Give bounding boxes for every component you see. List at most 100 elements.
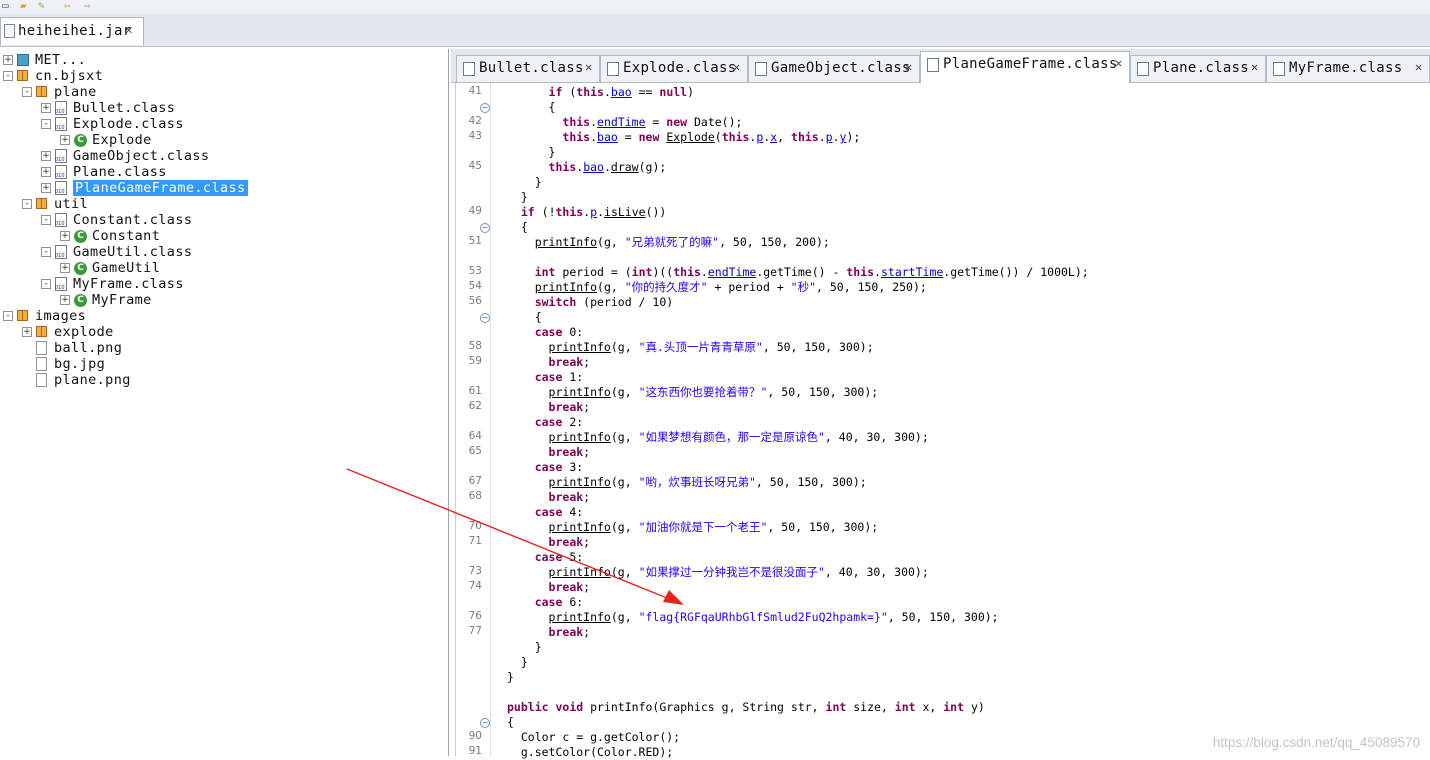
forward-icon[interactable]: ⇨: [84, 0, 91, 12]
close-icon[interactable]: ✕: [733, 60, 740, 74]
line-number: 53: [468, 265, 482, 277]
save-icon[interactable]: ▭: [2, 0, 9, 12]
tree-item[interactable]: MET...: [35, 52, 86, 68]
expand-icon[interactable]: +: [60, 295, 70, 305]
code-line: case 5:: [534, 550, 584, 564]
fold-icon[interactable]: −: [480, 313, 490, 323]
collapse-icon[interactable]: -: [41, 215, 51, 225]
fold-icon[interactable]: −: [480, 103, 490, 113]
tree-item[interactable]: Constant.class: [73, 212, 192, 228]
expand-icon[interactable]: +: [60, 231, 70, 241]
code-line: case 4:: [534, 505, 584, 519]
editor-tab[interactable]: Explode.class ✕: [600, 55, 748, 82]
class-icon: C: [74, 262, 87, 275]
line-number: 68: [468, 490, 482, 502]
collapse-icon[interactable]: -: [41, 279, 51, 289]
editor-tab-label: GameObject.class: [771, 60, 911, 76]
collapse-icon[interactable]: -: [41, 119, 51, 129]
line-number: 58: [468, 340, 482, 352]
editor-tab-label: Plane.class: [1153, 60, 1250, 76]
tree-item[interactable]: plane.png: [54, 372, 131, 388]
tree-item[interactable]: PlaneGameFrame.class: [73, 180, 248, 196]
editor-tab[interactable]: Bullet.class ✕: [456, 55, 600, 82]
tree-item[interactable]: Constant: [92, 228, 160, 244]
tree-item[interactable]: util: [54, 196, 88, 212]
editor-tab[interactable]: MyFrame.class ✕: [1266, 55, 1430, 82]
editor-tab[interactable]: Plane.class ✕: [1130, 55, 1266, 82]
code-line: break;: [548, 490, 591, 504]
collapse-icon[interactable]: -: [41, 247, 51, 257]
code-line: printInfo(g, "兄弟就死了的嘛", 50, 150, 200);: [534, 235, 830, 249]
line-number: 59: [468, 355, 482, 367]
expand-icon[interactable]: +: [60, 263, 70, 273]
expand-icon[interactable]: +: [41, 167, 51, 177]
tree-item[interactable]: ball.png: [54, 340, 122, 356]
close-icon[interactable]: ✕: [905, 60, 912, 74]
close-icon[interactable]: ✕: [1115, 56, 1122, 70]
code-line: if (this.bao == null): [548, 85, 695, 99]
tree-item[interactable]: MyFrame: [92, 292, 152, 308]
file-tab-bar: heiheihei.jar ✕: [0, 14, 1430, 47]
code-line: case 3:: [534, 460, 584, 474]
line-number: 56: [468, 295, 482, 307]
close-icon[interactable]: ✕: [1251, 60, 1258, 74]
tree-item[interactable]: explode: [54, 324, 114, 340]
tree-item[interactable]: cn.bjsxt: [35, 68, 103, 84]
expand-icon[interactable]: +: [22, 327, 32, 337]
tree-item[interactable]: GameObject.class: [73, 148, 209, 164]
close-icon[interactable]: ✕: [1415, 60, 1422, 74]
editor-tab-bar: Bullet.class ✕ Explode.class ✕ GameObject.cl…: [451, 49, 1430, 83]
line-number: 77: [468, 625, 482, 637]
tab-heiheihei-jar[interactable]: heiheihei.jar ✕: [0, 17, 144, 45]
collapse-icon[interactable]: -: [3, 311, 13, 321]
line-number: 64: [468, 430, 482, 442]
line-number: 62: [468, 400, 482, 412]
editor-tab-label: MyFrame.class: [1289, 60, 1403, 76]
tree-item[interactable]: Plane.class: [73, 164, 167, 180]
line-number: 61: [468, 385, 482, 397]
line-number: 91: [468, 745, 482, 757]
fold-icon[interactable]: −: [480, 718, 490, 728]
code-line: case 2:: [534, 415, 584, 429]
tool-icon[interactable]: ✎: [38, 0, 45, 12]
tree-item[interactable]: GameUtil: [92, 260, 160, 276]
class-file-icon: [755, 62, 767, 76]
editor-tab-label: Explode.class: [623, 60, 737, 76]
line-number: 43: [468, 130, 482, 142]
expand-icon[interactable]: +: [41, 183, 51, 193]
tree-item[interactable]: bg.jpg: [54, 356, 105, 372]
line-number: 67: [468, 475, 482, 487]
code-line: printInfo(g, "哟，炊事班长呀兄弟", 50, 150, 300);: [548, 475, 867, 489]
expand-icon[interactable]: +: [41, 103, 51, 113]
collapse-icon[interactable]: -: [22, 199, 32, 209]
tree-item[interactable]: Explode: [92, 132, 152, 148]
tree-item[interactable]: Bullet.class: [73, 100, 175, 116]
code-editor[interactable]: 41 − 42 43 45 49 − 51 53 54 56 − 58 59 61 62 64 65 67 68 70 7…: [455, 83, 1430, 759]
editor-tab[interactable]: PlaneGameFrame.class ✕: [920, 51, 1130, 83]
editor-tab[interactable]: GameObject.class ✕: [748, 55, 920, 82]
line-number: 41: [468, 85, 482, 97]
code-line: if (!this.p.isLive()): [520, 205, 667, 219]
tree-item[interactable]: plane: [54, 84, 97, 100]
fold-icon[interactable]: −: [480, 223, 490, 233]
class-file-icon: [1273, 62, 1285, 76]
tree-item[interactable]: images: [35, 308, 86, 324]
open-folder-icon[interactable]: ▰: [20, 0, 27, 12]
tree-item[interactable]: Explode.class: [73, 116, 184, 132]
line-number: 65: [468, 445, 482, 457]
expand-icon[interactable]: +: [3, 55, 13, 65]
close-icon[interactable]: ✕: [585, 60, 592, 74]
package-tree-panel: +MET...-cn.bjsxt-plane+Bullet.class-Expl…: [0, 49, 449, 756]
close-icon[interactable]: ✕: [125, 23, 133, 38]
expand-icon[interactable]: +: [41, 151, 51, 161]
back-icon[interactable]: ⇦: [64, 0, 71, 12]
tree-item[interactable]: GameUtil.class: [73, 244, 192, 260]
collapse-icon[interactable]: -: [3, 71, 13, 81]
collapse-icon[interactable]: -: [22, 87, 32, 97]
code-line: int period = (int)((this.endTime.getTime…: [534, 265, 1089, 279]
expand-icon[interactable]: +: [60, 135, 70, 145]
code-line: printInfo(g, "真.头顶一片青青草原", 50, 150, 300)…: [548, 340, 874, 354]
tree-item[interactable]: MyFrame.class: [73, 276, 184, 292]
code-line: break;: [548, 400, 591, 414]
folder-icon: [17, 54, 29, 66]
